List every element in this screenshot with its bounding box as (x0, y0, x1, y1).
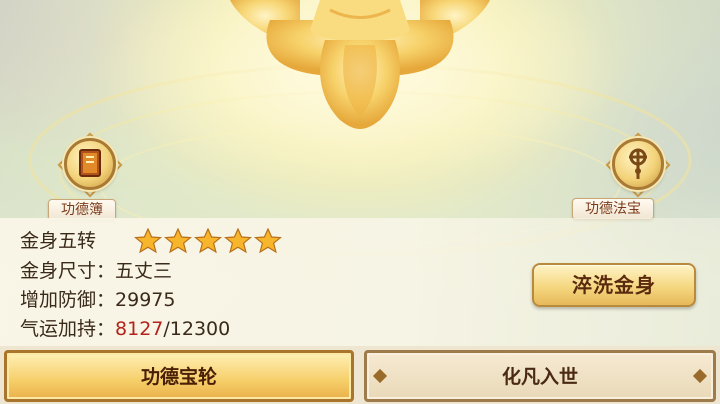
size-value: 五丈三 (115, 260, 173, 282)
ornament-icon (372, 368, 388, 384)
tab-merit-wheel[interactable]: 功德宝轮 (4, 350, 354, 402)
defense-label: 增加防御： (20, 289, 116, 311)
golden-body-size-row: 金身尺寸：五丈三 (20, 257, 172, 285)
merit-book-badge[interactable]: 功德簿 (24, 132, 164, 228)
tab-mortal-world[interactable]: 化凡入世 (364, 350, 716, 402)
merit-treasure-icon (612, 138, 664, 190)
star-icon (164, 228, 192, 254)
fortune-max: /12300 (163, 318, 231, 340)
golden-body-rank: 金身五转 (20, 230, 97, 252)
star-icon (254, 228, 282, 254)
defense-bonus-row: 增加防御：29975 (20, 286, 175, 314)
fortune-row: 气运加持：8127/12300 (20, 315, 230, 343)
merit-book-icon (64, 138, 116, 190)
wash-golden-body-button[interactable]: 淬洗金身 (532, 263, 696, 307)
fortune-current: 8127 (115, 318, 164, 340)
fortune-label: 气运加持： (20, 318, 116, 340)
star-icon (194, 228, 222, 254)
tab-merit-wheel-label: 功德宝轮 (140, 366, 217, 388)
defense-value: 29975 (115, 289, 176, 311)
book-icon (79, 149, 101, 177)
rank-stars (134, 228, 282, 254)
size-label: 金身尺寸： (20, 260, 116, 282)
merit-treasure-label: 功德法宝 (572, 198, 654, 220)
merit-treasure-badge[interactable]: 功德法宝 (566, 132, 716, 228)
tab-mortal-world-label: 化凡入世 (501, 366, 578, 388)
ornament-icon (692, 368, 708, 384)
treasure-staff-icon (629, 148, 647, 179)
star-icon (134, 228, 162, 254)
star-icon (224, 228, 252, 254)
